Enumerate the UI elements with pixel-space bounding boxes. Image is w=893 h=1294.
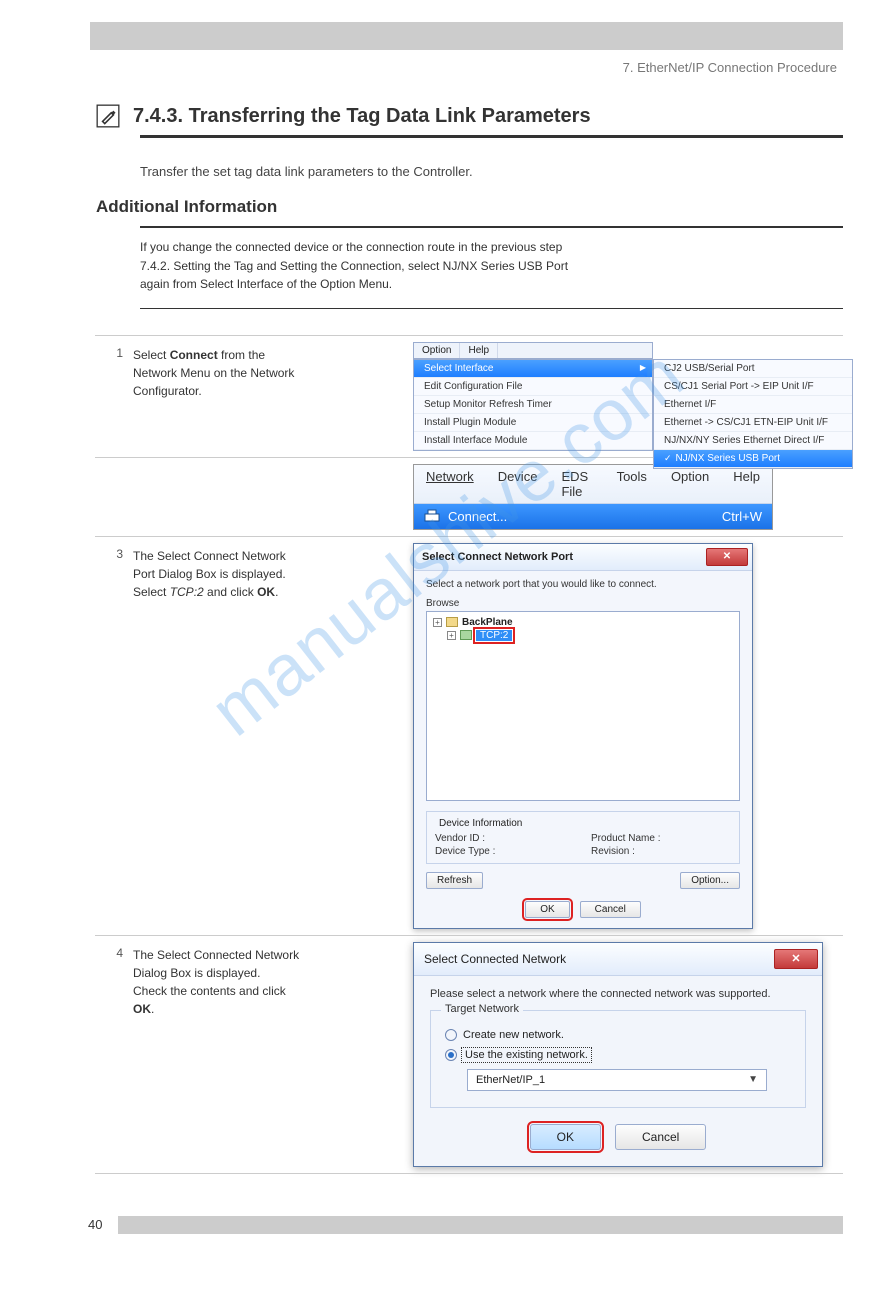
- tree-view[interactable]: + BackPlane + TCP:2: [426, 611, 740, 801]
- section-heading: 7.4.3. Transferring the Tag Data Link Pa…: [133, 105, 591, 128]
- chevron-down-icon: ▼: [748, 1074, 758, 1085]
- step-number-3: 3: [95, 543, 123, 929]
- footer-bar: [118, 1216, 843, 1234]
- connect-icon: [424, 509, 440, 523]
- close-icon[interactable]: ✕: [774, 949, 818, 969]
- submenu-nj-ethernet[interactable]: NJ/NX/NY Series Ethernet Direct I/F: [654, 432, 852, 450]
- divider-under-additional: [140, 226, 843, 228]
- pencil-icon: [95, 103, 121, 129]
- radio-use-existing[interactable]: Use the existing network.: [445, 1049, 791, 1061]
- tree-root[interactable]: BackPlane: [462, 617, 513, 628]
- dialog2-instruction: Please select a network where the connec…: [430, 988, 806, 1000]
- step-2-screenshot: Network Device EDS File Tools Option Hel…: [413, 464, 843, 530]
- step-text-4: The Select Connected NetworkDialog Box i…: [133, 942, 403, 1167]
- step-text-3: The Select Connect NetworkPort Dialog Bo…: [133, 543, 403, 929]
- revision-label: Revision :: [591, 846, 731, 857]
- step-text-2: [133, 464, 403, 530]
- cancel-button[interactable]: Cancel: [580, 901, 641, 918]
- browse-label: Browse: [426, 598, 740, 609]
- menu-device[interactable]: Device: [486, 465, 550, 503]
- connect-menuitem[interactable]: Connect... Ctrl+W: [414, 504, 772, 529]
- menu-install-interface[interactable]: Install Interface Module: [414, 432, 652, 450]
- subheading: Transfer the set tag data link parameter…: [140, 162, 843, 183]
- submenu-cscj1-serial[interactable]: CS/CJ1 Serial Port -> EIP Unit I/F: [654, 378, 852, 396]
- menu-refresh-timer[interactable]: Setup Monitor Refresh Timer: [414, 396, 652, 414]
- divider-thick: [140, 135, 843, 138]
- menu-tools[interactable]: Tools: [605, 465, 659, 503]
- target-network-group: Target Network Create new network. Use t…: [430, 1010, 806, 1108]
- submenu-ethernet[interactable]: Ethernet I/F: [654, 396, 852, 414]
- tree-node-icon-2: [460, 630, 472, 640]
- select-connected-dialog: Select Connected Network ✕ Please select…: [413, 942, 823, 1167]
- option-dropdown: Select Interface Edit Configuration File…: [413, 359, 653, 451]
- header-bar: [90, 22, 843, 50]
- app-menubar: Network Device EDS File Tools Option Hel…: [414, 465, 772, 504]
- page-number: 40: [88, 1217, 102, 1232]
- step-number-2: [95, 464, 123, 530]
- vendor-id-label: Vendor ID :: [435, 833, 575, 844]
- dialog-title: Select Connect Network Port: [422, 551, 573, 563]
- shortcut-label: Ctrl+W: [722, 509, 762, 524]
- tree-node-icon: [446, 617, 458, 627]
- product-name-label: Product Name :: [591, 833, 731, 844]
- ok-button[interactable]: OK: [525, 901, 569, 918]
- network-combo[interactable]: EtherNet/IP_1 ▼: [467, 1069, 767, 1091]
- menu-install-plugin[interactable]: Install Plugin Module: [414, 414, 652, 432]
- menu-option2[interactable]: Option: [659, 465, 721, 503]
- interface-submenu: CJ2 USB/Serial Port CS/CJ1 Serial Port -…: [653, 359, 853, 469]
- tree-expand-icon[interactable]: +: [433, 618, 442, 627]
- menu-help[interactable]: Help: [460, 343, 498, 358]
- select-port-dialog: Select Connect Network Port ✕ Select a n…: [413, 543, 753, 929]
- menu-help2[interactable]: Help: [721, 465, 772, 503]
- step-4-screenshot: Select Connected Network ✕ Please select…: [413, 942, 843, 1167]
- step-text-1: Select Connect from theNetwork Menu on t…: [133, 342, 403, 451]
- dialog-instruction: Select a network port that you would lik…: [426, 579, 740, 590]
- tree-expand-icon-2[interactable]: +: [447, 631, 456, 640]
- menu-select-interface[interactable]: Select Interface: [414, 360, 652, 378]
- close-icon[interactable]: ✕: [706, 548, 748, 566]
- radio-icon-checked: [445, 1049, 457, 1061]
- device-info-legend: Device Information: [435, 818, 526, 829]
- step-1-screenshot: Option Help Select Interface Edit Config…: [413, 342, 843, 451]
- submenu-nj-usb[interactable]: NJ/NX Series USB Port: [654, 450, 852, 468]
- menu-network[interactable]: Network: [414, 465, 486, 503]
- combo-value: EtherNet/IP_1: [476, 1074, 545, 1086]
- radio-create-new[interactable]: Create new network.: [445, 1029, 791, 1041]
- refresh-button[interactable]: Refresh: [426, 872, 483, 889]
- ok-button[interactable]: OK: [530, 1124, 601, 1150]
- dialog2-title: Select Connected Network: [424, 952, 566, 966]
- submenu-cj2[interactable]: CJ2 USB/Serial Port: [654, 360, 852, 378]
- divider-thin: [140, 308, 843, 309]
- device-type-label: Device Type :: [435, 846, 575, 857]
- step-number-1: 1: [95, 342, 123, 451]
- option-button[interactable]: Option...: [680, 872, 740, 889]
- menu-edsfile[interactable]: EDS File: [549, 465, 604, 503]
- note-text: If you change the connected device or th…: [140, 238, 843, 294]
- menu-edit-config[interactable]: Edit Configuration File: [414, 378, 652, 396]
- menu-bar: Option Help: [413, 342, 653, 359]
- step-number-4: 4: [95, 942, 123, 1167]
- additional-info-heading: Additional Information: [96, 193, 843, 220]
- device-info-group: Device Information Vendor ID : Product N…: [426, 811, 740, 864]
- submenu-ethernet-cscj1[interactable]: Ethernet -> CS/CJ1 ETN-EIP Unit I/F: [654, 414, 852, 432]
- section-label: 7. EtherNet/IP Connection Procedure: [0, 60, 843, 75]
- step-3-screenshot: Select Connect Network Port ✕ Select a n…: [413, 543, 843, 929]
- target-network-legend: Target Network: [441, 1003, 523, 1015]
- tree-tcp2[interactable]: TCP:2: [476, 630, 512, 641]
- radio-icon: [445, 1029, 457, 1041]
- cancel-button[interactable]: Cancel: [615, 1124, 706, 1150]
- menu-option[interactable]: Option: [414, 343, 460, 358]
